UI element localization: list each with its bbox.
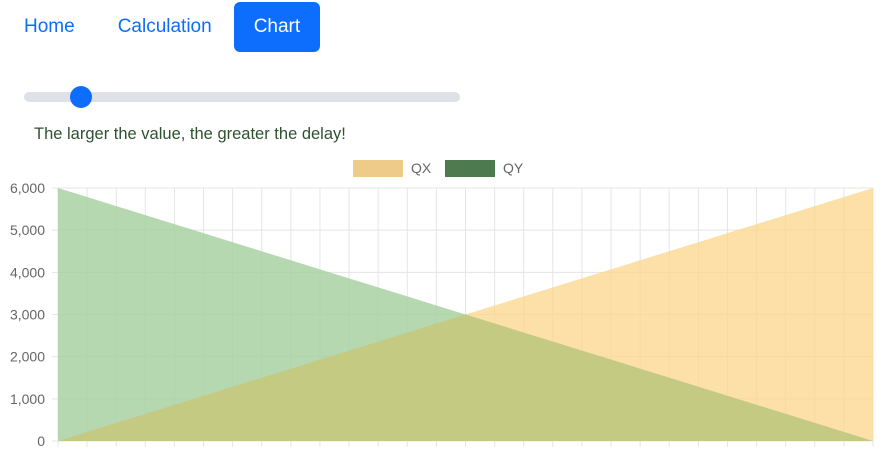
nav-tabs: Home Calculation Chart bbox=[0, 2, 322, 52]
legend-swatch-qy bbox=[445, 160, 495, 177]
nav-chart[interactable]: Chart bbox=[233, 2, 321, 52]
y-tick-label: 1,000 bbox=[10, 391, 45, 407]
y-tick-label: 5,000 bbox=[10, 222, 45, 238]
delay-hint-text: The larger the value, the greater the de… bbox=[34, 125, 346, 143]
y-tick-label: 0 bbox=[37, 433, 45, 449]
legend-label-qy: QY bbox=[503, 160, 524, 176]
y-tick-label: 4,000 bbox=[10, 264, 45, 280]
nav-home[interactable]: Home bbox=[0, 2, 96, 52]
legend-swatch-qx bbox=[353, 160, 403, 177]
slider-thumb[interactable] bbox=[69, 86, 92, 108]
y-tick-label: 6,000 bbox=[10, 180, 45, 196]
delay-slider[interactable] bbox=[24, 86, 460, 108]
area-chart: 0 1,000 2,000 3,000 4,000 5,000 6,000 QX QY bbox=[10, 160, 874, 449]
y-tick-label: 2,000 bbox=[10, 349, 45, 365]
y-tick-label: 3,000 bbox=[10, 307, 45, 323]
legend-label-qx: QX bbox=[411, 160, 432, 176]
nav-calculation[interactable]: Calculation bbox=[98, 2, 232, 52]
